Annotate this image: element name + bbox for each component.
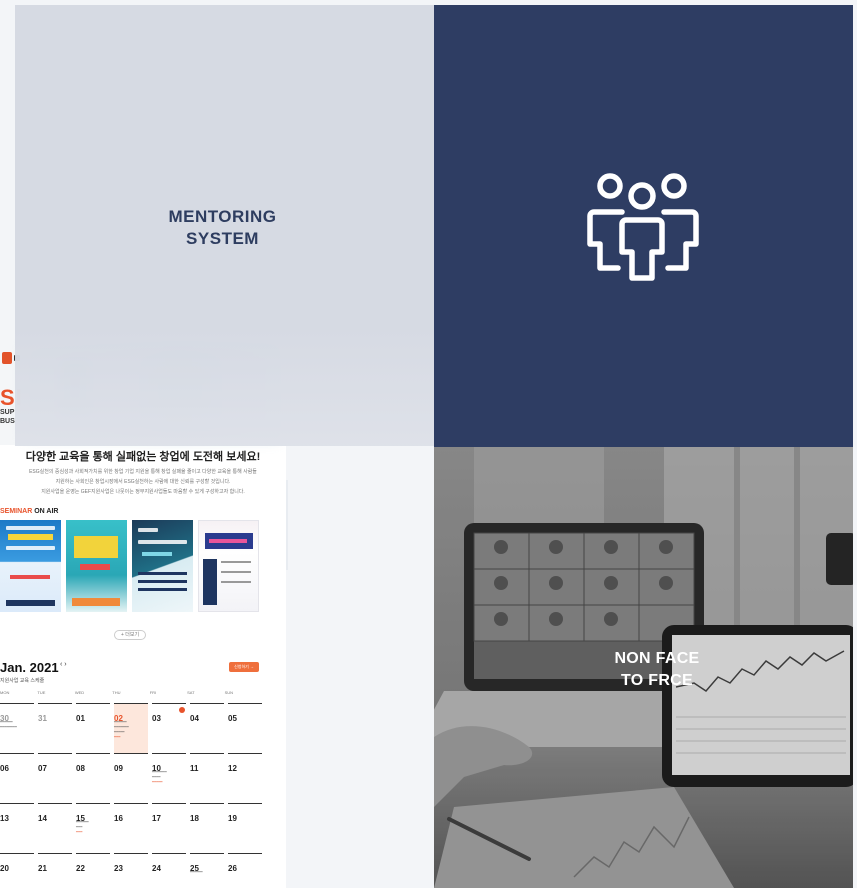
seminar-heading: SEMINAR ON AIR [0, 508, 59, 515]
calendar-day[interactable]: 22 [76, 853, 110, 888]
calendar-day[interactable]: 21 [38, 853, 72, 888]
calendar-day[interactable]: 05 [228, 703, 262, 753]
calendar-day[interactable]: 03 [152, 703, 186, 753]
calendar-nav-arrows[interactable]: ‹ › [60, 661, 67, 668]
mentoring-system-panel[interactable]: MENTORING SYSTEM [15, 5, 434, 446]
seminar-poster[interactable] [0, 520, 61, 612]
calendar-day[interactable]: 25 ━━━━━━ [190, 853, 224, 888]
calendar-day[interactable]: 04 [190, 703, 224, 753]
section-headline: 다양한 교육을 통해 실패없는 창업에 도전해 보세요! [25, 451, 261, 463]
calendar-day[interactable]: 16 [114, 803, 148, 853]
page: SI SUP BUS 다양한 교육을 통해 실패없는 창업에 도전해 보세요! … [0, 0, 857, 888]
calendar-day[interactable]: 30 ━━━━━━ ━━━━━━━━ [0, 703, 34, 753]
calendar-day[interactable]: 11 [190, 753, 224, 803]
calendar-subtitle: 지원사업 교육 스케줄 [0, 678, 45, 684]
calendar-day[interactable]: 26 [228, 853, 262, 888]
divider [286, 480, 288, 570]
non-face-photo-panel[interactable]: NON FACE TO FRCE [434, 447, 853, 888]
calendar-day[interactable]: 13 [0, 803, 34, 853]
calendar-day[interactable]: 18 [190, 803, 224, 853]
calendar-day[interactable]: 14 [38, 803, 72, 853]
calendar-day[interactable]: 06 [0, 753, 34, 803]
calendar-day[interactable]: 08 [76, 753, 110, 803]
seminar-poster[interactable] [66, 520, 127, 612]
calendar-day[interactable]: 20 [0, 853, 34, 888]
hero-subtitle: SUP BUS [0, 409, 15, 425]
section-description: ESG실천의 중심성과 사회적가치를 위한 창업 기업 지원을 통해 창업 실패… [29, 469, 257, 495]
calendar-day[interactable]: 12 [228, 753, 262, 803]
calendar-apply-button[interactable]: 신청하기 → [229, 662, 259, 672]
calendar-day[interactable]: 07 [38, 753, 72, 803]
calendar-day[interactable]: 15 ━━━━━━ ━━━ ━━━ [76, 803, 110, 853]
calendar-day[interactable]: 10 ━━━━━━━ ━━━━ ━━━━━ [152, 753, 186, 803]
more-button[interactable]: + 더보기 [114, 630, 146, 640]
site-logo-icon[interactable] [2, 352, 12, 364]
calendar-grid: 30 ━━━━━━ ━━━━━━━━ 31 01 02 ━━━━━━ ━━━━━━━ ━━… [0, 703, 262, 888]
calendar-day[interactable]: 09 [114, 753, 148, 803]
seminar-posters [0, 520, 262, 612]
event-dot-icon [179, 707, 185, 713]
calendar-weekday-header: MON TUE WED THU FRI SAT SUN [0, 690, 234, 695]
seminar-poster[interactable] [198, 520, 259, 612]
people-group-icon [587, 173, 699, 281]
seminar-poster[interactable] [132, 520, 193, 612]
calendar-month-title: Jan. 2021 [0, 660, 59, 675]
mentoring-system-title: MENTORING SYSTEM [168, 207, 277, 248]
calendar-day-highlighted[interactable]: 02 ━━━━━━ ━━━━━━━ ━━━━━ ━━━ [114, 703, 148, 753]
calendar-day[interactable]: 17 [152, 803, 186, 853]
calendar-day[interactable]: 24 [152, 853, 186, 888]
calendar-day[interactable]: 19 [228, 803, 262, 853]
calendar-day[interactable]: 01 [76, 703, 110, 753]
non-face-title: NON FACE TO FRCE [614, 650, 700, 689]
calendar-day[interactable]: 31 [38, 703, 72, 753]
calendar-day[interactable]: 23 [114, 853, 148, 888]
team-icon-panel [434, 5, 853, 447]
